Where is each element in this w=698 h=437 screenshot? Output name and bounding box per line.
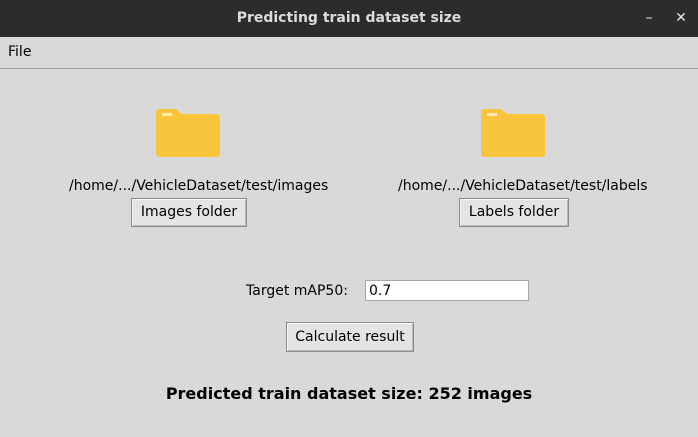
menu-file[interactable]: File: [8, 44, 31, 60]
app-window: Predicting train dataset size – ✕ File /…: [0, 0, 698, 437]
calculate-result-button[interactable]: Calculate result: [286, 322, 414, 352]
labels-path-label: /home/.../VehicleDataset/test/labels: [398, 178, 648, 194]
close-button[interactable]: ✕: [671, 8, 691, 28]
labels-folder-icon: [481, 109, 545, 157]
window-title: Predicting train dataset size: [236, 10, 462, 26]
images-path-label: /home/.../VehicleDataset/test/images: [69, 178, 329, 194]
minimize-button[interactable]: –: [639, 8, 659, 28]
target-map-label: Target mAP50:: [246, 283, 348, 299]
images-folder-icon: [156, 109, 220, 157]
target-map-input[interactable]: [365, 280, 529, 301]
images-folder-button[interactable]: Images folder: [131, 198, 247, 227]
menu-bar: File: [0, 37, 698, 69]
result-text: Predicted train dataset size: 252 images: [165, 384, 533, 403]
title-bar[interactable]: Predicting train dataset size – ✕: [0, 0, 698, 37]
labels-folder-button[interactable]: Labels folder: [459, 198, 569, 227]
